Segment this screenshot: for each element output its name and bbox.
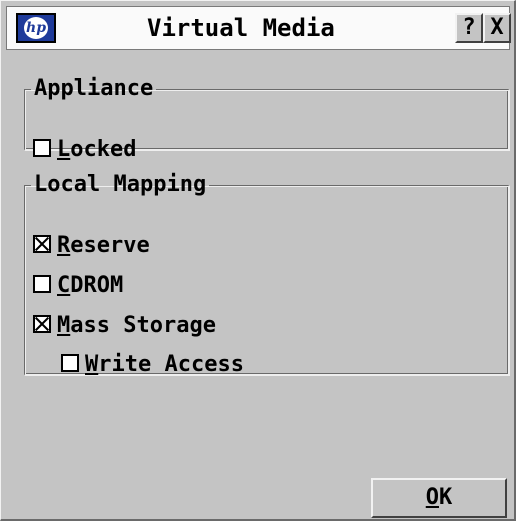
title-bar[interactable]: hp Virtual Media ? X <box>6 6 511 50</box>
checkbox-checked-icon[interactable] <box>33 315 51 333</box>
appliance-legend: Appliance <box>34 76 154 101</box>
checkbox-unchecked-icon[interactable] <box>33 139 51 157</box>
checkbox-unchecked-icon[interactable] <box>33 275 51 293</box>
close-button[interactable]: X <box>483 13 511 43</box>
help-button[interactable]: ? <box>455 13 483 43</box>
reserve-mnemonic: R <box>57 233 71 258</box>
appliance-group: Appliance Locked <box>24 76 510 162</box>
checkbox-unchecked-icon[interactable] <box>61 354 79 372</box>
close-icon: X <box>490 15 504 40</box>
local-mapping-group: Local Mapping Reserve CDROM Mass Storage… <box>24 172 510 377</box>
checkbox-checked-icon[interactable] <box>33 235 51 253</box>
ok-label: K <box>439 485 453 510</box>
cdrom-checkbox[interactable]: CDROM <box>33 271 123 301</box>
write-access-label: rite Access <box>98 352 244 377</box>
locked-mnemonic: L <box>57 137 71 162</box>
local-mapping-legend: Local Mapping <box>34 172 207 197</box>
locked-checkbox[interactable]: Locked <box>33 135 136 165</box>
cdrom-label: DROM <box>70 273 124 298</box>
window-title: Virtual Media <box>147 14 335 42</box>
help-icon: ? <box>462 15 476 40</box>
reserve-checkbox[interactable]: Reserve <box>33 231 150 261</box>
hp-logo-icon: hp <box>16 13 56 43</box>
write-access-checkbox[interactable]: Write Access <box>61 350 244 380</box>
mass-storage-checkbox[interactable]: Mass Storage <box>33 311 216 341</box>
ok-mnemonic: O <box>425 485 439 510</box>
reserve-label: eserve <box>70 233 150 258</box>
ok-button[interactable]: OK <box>371 478 507 518</box>
cdrom-mnemonic: C <box>57 273 71 298</box>
mass-storage-mnemonic: M <box>57 313 71 338</box>
write-access-mnemonic: W <box>85 352 99 377</box>
locked-label: ocked <box>70 137 137 162</box>
hp-logo-text: hp <box>24 17 48 39</box>
mass-storage-label: ass Storage <box>70 313 216 338</box>
virtual-media-dialog: hp Virtual Media ? X Appliance Locked Lo… <box>0 0 516 521</box>
